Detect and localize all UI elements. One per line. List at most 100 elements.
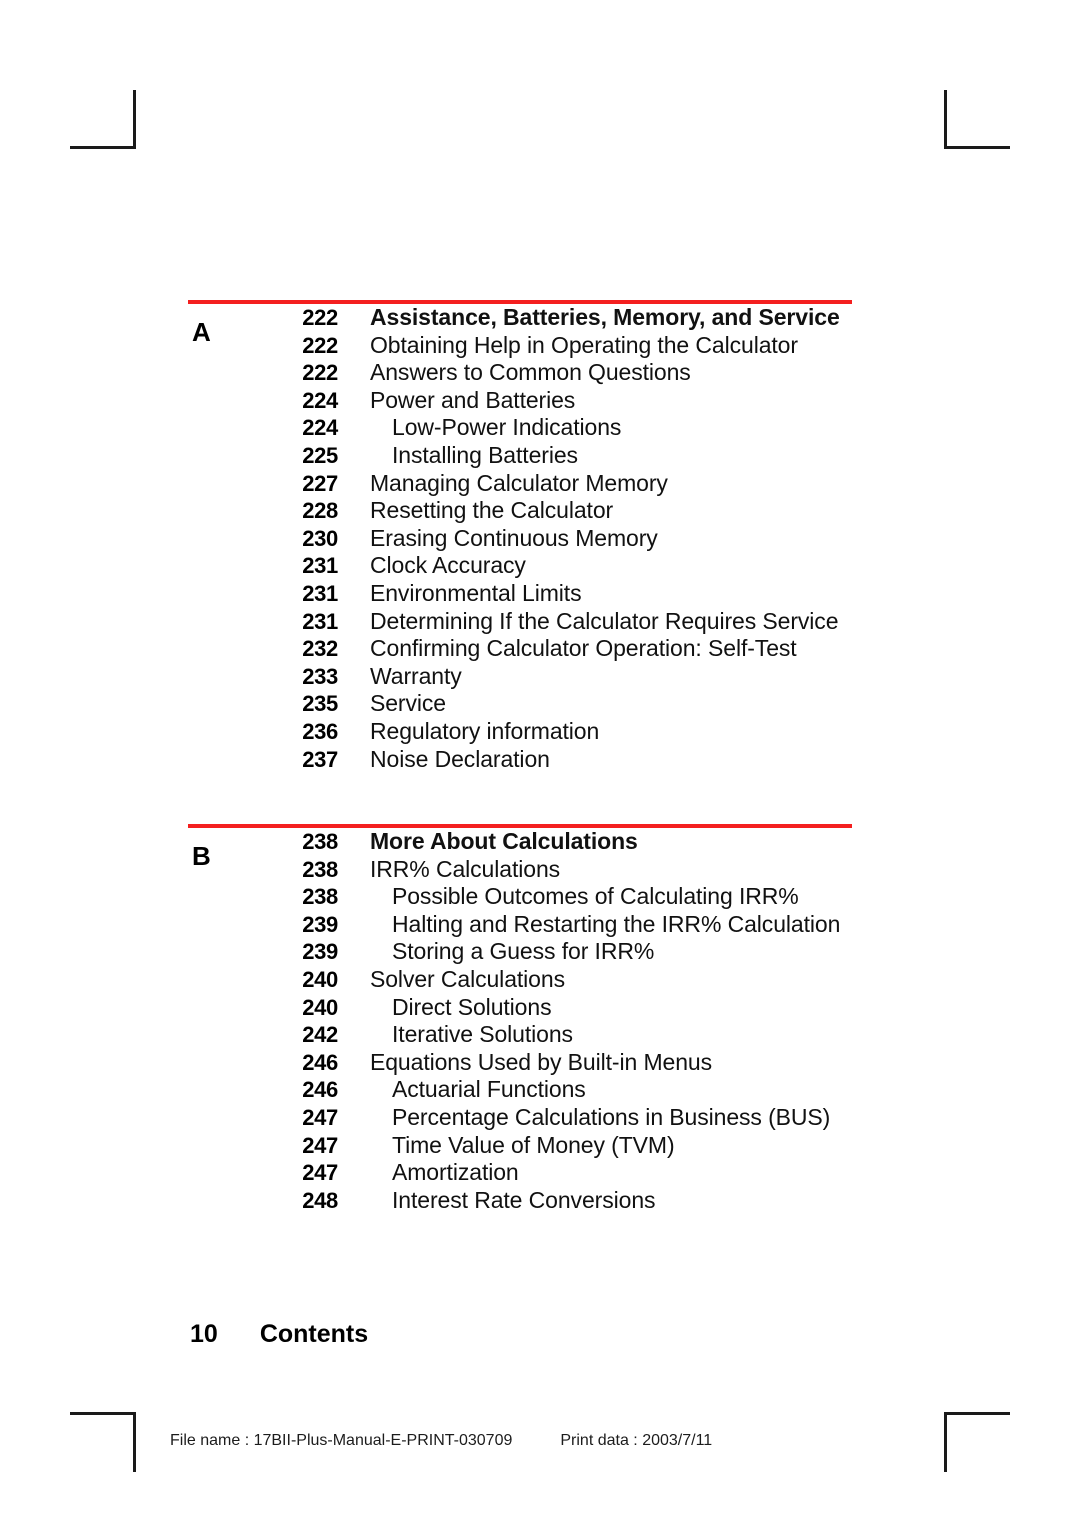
toc-entry-title: Assistance, Batteries, Memory, and Servi… xyxy=(370,304,840,330)
toc-page-number: 237 xyxy=(302,746,338,772)
toc-page-number: 222 xyxy=(302,360,338,386)
toc-entry-title: Warranty xyxy=(370,662,462,689)
page-footer: 10 Contents xyxy=(190,1320,368,1349)
toc-entry[interactable]: 242 Iterative Solutions xyxy=(188,1021,852,1049)
toc-page-number: 247 xyxy=(302,1132,338,1158)
page-folio-number: 10 xyxy=(190,1320,218,1348)
toc-entry[interactable]: 239 Halting and Restarting the IRR% Calc… xyxy=(188,911,852,939)
print-production-strip: File name : 17BII-Plus-Manual-E-PRINT-03… xyxy=(170,1432,870,1450)
toc-entry[interactable]: 237 Noise Declaration xyxy=(188,746,852,774)
toc-entry[interactable]: 232 Confirming Calculator Operation: Sel… xyxy=(188,635,852,663)
toc-entry[interactable]: 228 Resetting the Calculator xyxy=(188,497,852,525)
toc-entry[interactable]: 231 Environmental Limits xyxy=(188,580,852,608)
toc-page-number: 247 xyxy=(302,1160,338,1186)
toc-page-number: 239 xyxy=(302,911,338,937)
crop-mark-top-right-vertical xyxy=(944,90,947,149)
toc-page-number: 236 xyxy=(302,718,338,744)
toc-page-number: 242 xyxy=(302,1022,338,1048)
toc-entry-title: Power and Batteries xyxy=(370,386,576,413)
toc-entry[interactable]: 222 Obtaining Help in Operating the Calc… xyxy=(188,332,852,360)
toc-entry[interactable]: 233 Warranty xyxy=(188,663,852,691)
toc-entry-title: More About Calculations xyxy=(370,828,638,855)
toc-entry-title: Service xyxy=(370,690,446,717)
table-of-contents: A 222 Assistance, Batteries, Memory, and… xyxy=(188,300,852,1214)
toc-entry[interactable]: 235 Service xyxy=(188,690,852,718)
toc-entry[interactable]: 247 Time Value of Money (TVM) xyxy=(188,1132,852,1160)
toc-entry-title: Confirming Calculator Operation: Self-Te… xyxy=(370,635,797,662)
toc-entry[interactable]: 246 Actuarial Functions xyxy=(188,1076,852,1104)
toc-entry[interactable]: 238 More About Calculations xyxy=(188,828,852,856)
print-date: Print data : 2003/7/11 xyxy=(560,1432,713,1449)
toc-entry-title: Percentage Calculations in Business (BUS… xyxy=(392,1104,831,1131)
toc-entry[interactable]: 225 Installing Batteries xyxy=(188,442,852,470)
toc-page-number: 231 xyxy=(302,608,338,634)
toc-page-number: 239 xyxy=(302,939,338,965)
toc-entry-title: Actuarial Functions xyxy=(392,1076,586,1103)
toc-entry[interactable]: 248 Interest Rate Conversions xyxy=(188,1187,852,1215)
toc-entry-title: Possible Outcomes of Calculating IRR% xyxy=(392,883,799,910)
crop-mark-bottom-left-horizontal xyxy=(70,1412,136,1415)
page-canvas: A 222 Assistance, Batteries, Memory, and… xyxy=(0,0,1080,1526)
toc-entry-title: Direct Solutions xyxy=(392,993,552,1020)
toc-entry[interactable]: 222 Answers to Common Questions xyxy=(188,359,852,387)
toc-entry-title: Answers to Common Questions xyxy=(370,359,691,386)
print-file-name: File name : 17BII-Plus-Manual-E-PRINT-03… xyxy=(170,1432,513,1449)
toc-entry-title: Installing Batteries xyxy=(392,441,578,468)
toc-page-number: 228 xyxy=(302,498,338,524)
toc-page-number: 238 xyxy=(302,884,338,910)
toc-entry[interactable]: 247 Amortization xyxy=(188,1159,852,1187)
toc-entry-title: Solver Calculations xyxy=(370,966,565,993)
toc-page-number: 240 xyxy=(302,967,338,993)
toc-entry[interactable]: 240 Solver Calculations xyxy=(188,966,852,994)
toc-section-b: B 238 More About Calculations 238 IRR% C… xyxy=(188,824,852,1214)
toc-entry-title: Erasing Continuous Memory xyxy=(370,524,658,551)
toc-entry[interactable]: 224 Power and Batteries xyxy=(188,387,852,415)
page-folio-label: Contents xyxy=(259,1320,369,1348)
toc-page-number: 231 xyxy=(302,553,338,579)
toc-entry[interactable]: 231 Determining If the Calculator Requir… xyxy=(188,608,852,636)
toc-entry-title: Regulatory information xyxy=(370,717,600,744)
toc-page-number: 240 xyxy=(302,994,338,1020)
toc-entry-title: Iterative Solutions xyxy=(392,1021,573,1048)
crop-mark-bottom-right-vertical xyxy=(944,1412,947,1472)
toc-entry[interactable]: 227 Managing Calculator Memory xyxy=(188,470,852,498)
toc-entry[interactable]: 246 Equations Used by Built-in Menus xyxy=(188,1049,852,1077)
toc-page-number: 248 xyxy=(302,1187,338,1213)
toc-page-number: 233 xyxy=(302,663,338,689)
toc-page-number: 246 xyxy=(302,1077,338,1103)
crop-mark-bottom-right-horizontal xyxy=(944,1412,1010,1415)
toc-entry[interactable]: 222 Assistance, Batteries, Memory, and S… xyxy=(188,304,852,332)
toc-entry[interactable]: 240 Direct Solutions xyxy=(188,994,852,1022)
section-letter-a: A xyxy=(192,317,211,347)
toc-entry-title: Halting and Restarting the IRR% Calculat… xyxy=(392,910,841,937)
toc-entry[interactable]: 224 Low-Power Indications xyxy=(188,414,852,442)
toc-page-number: 224 xyxy=(302,387,338,413)
toc-page-number: 235 xyxy=(302,691,338,717)
toc-entry-title: Interest Rate Conversions xyxy=(392,1186,656,1213)
toc-entry[interactable]: 236 Regulatory information xyxy=(188,718,852,746)
toc-entry-list-b: 238 More About Calculations 238 IRR% Cal… xyxy=(188,828,852,1214)
toc-entry[interactable]: 230 Erasing Continuous Memory xyxy=(188,525,852,553)
toc-entry[interactable]: 238 Possible Outcomes of Calculating IRR… xyxy=(188,883,852,911)
toc-entry-title: Time Value of Money (TVM) xyxy=(392,1131,675,1158)
toc-entry-title: Equations Used by Built-in Menus xyxy=(370,1048,712,1075)
toc-entry-title: Clock Accuracy xyxy=(370,552,526,579)
toc-entry-list-a: 222 Assistance, Batteries, Memory, and S… xyxy=(188,304,852,773)
crop-mark-top-right-horizontal xyxy=(944,146,1010,149)
toc-entry-title: Managing Calculator Memory xyxy=(370,469,668,496)
toc-entry[interactable]: 247 Percentage Calculations in Business … xyxy=(188,1104,852,1132)
toc-entry[interactable]: 238 IRR% Calculations xyxy=(188,856,852,884)
toc-entry-title: Obtaining Help in Operating the Calculat… xyxy=(370,331,798,358)
crop-mark-bottom-left-vertical xyxy=(133,1412,136,1472)
toc-entry-title: Resetting the Calculator xyxy=(370,497,614,524)
crop-mark-top-left-horizontal xyxy=(70,146,136,149)
toc-section-a: A 222 Assistance, Batteries, Memory, and… xyxy=(188,300,852,773)
toc-entry-title: Noise Declaration xyxy=(370,745,550,772)
toc-page-number: 232 xyxy=(302,636,338,662)
toc-entry-title: Storing a Guess for IRR% xyxy=(392,938,655,965)
toc-entry-title: Low-Power Indications xyxy=(392,414,622,441)
toc-entry-title: Determining If the Calculator Requires S… xyxy=(370,607,839,634)
toc-entry[interactable]: 231 Clock Accuracy xyxy=(188,552,852,580)
toc-entry[interactable]: 239 Storing a Guess for IRR% xyxy=(188,938,852,966)
toc-page-number: 227 xyxy=(302,470,338,496)
